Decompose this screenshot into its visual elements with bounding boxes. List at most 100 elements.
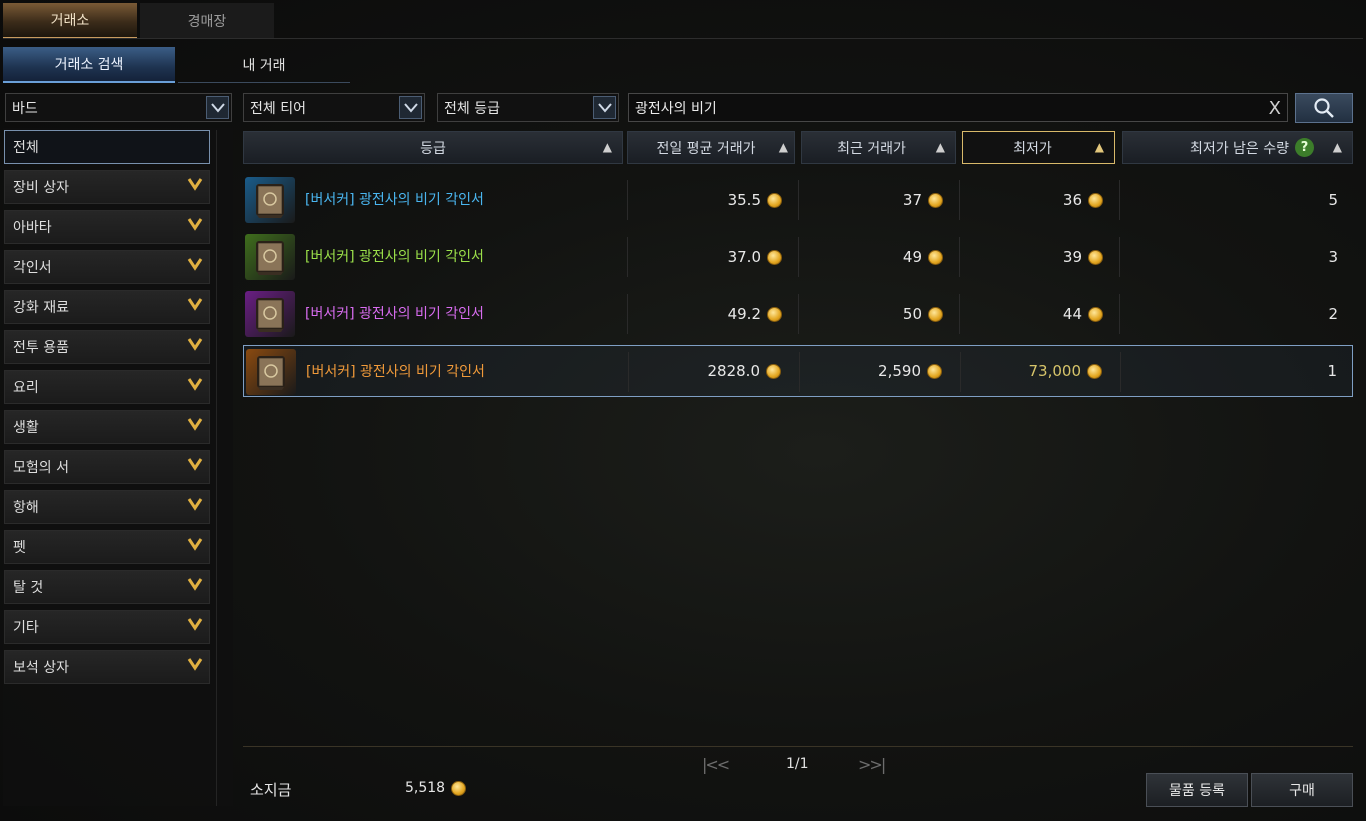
item-name: [버서커] 광전사의 비기 각인서: [305, 306, 484, 322]
table-row[interactable]: [버서커] 광전사의 비기 각인서 35.5 37 36 5: [243, 174, 1353, 226]
first-page-icon[interactable]: |<<: [702, 755, 730, 774]
category-label: 전투 용품: [13, 340, 69, 356]
category-label: 아바타: [13, 220, 52, 236]
gold-coin-icon: [1088, 192, 1103, 208]
clear-search-icon[interactable]: X: [1269, 98, 1281, 119]
category-item[interactable]: 항해: [4, 490, 210, 524]
chevron-down-icon: [187, 416, 203, 435]
gold-coin-icon: [1088, 249, 1103, 265]
column-divider: [627, 237, 628, 277]
category-item[interactable]: 장비 상자: [4, 170, 210, 204]
search-input-value: 광전사의 비기: [635, 100, 717, 117]
header-grade[interactable]: 등급 ▲: [243, 131, 623, 164]
avg-value: 49.2: [727, 305, 761, 323]
header-avg-price[interactable]: 전일 평균 거래가 ▲: [627, 131, 795, 164]
category-item[interactable]: 탈 것: [4, 570, 210, 604]
tab-exchange-search[interactable]: 거래소 검색: [3, 47, 175, 83]
category-label: 보석 상자: [13, 660, 69, 676]
tab-auction[interactable]: 경매장: [140, 3, 274, 39]
table-row[interactable]: [버서커] 광전사의 비기 각인서 49.2 50 44 2: [243, 288, 1353, 340]
page-indicator: 1/1: [786, 756, 809, 772]
chevron-down-icon: [187, 256, 203, 275]
tier-select[interactable]: 전체 티어: [243, 93, 425, 122]
column-divider: [959, 237, 960, 277]
lowest-cell: 39: [1063, 231, 1103, 283]
avg-cell: 35.5: [728, 174, 782, 226]
buy-button[interactable]: 구매: [1251, 773, 1353, 807]
gold-coin-icon: [928, 306, 943, 322]
tier-select-value: 전체 티어: [250, 100, 306, 117]
recent-value: 37: [902, 191, 922, 209]
category-item[interactable]: 전투 용품: [4, 330, 210, 364]
category-label: 전체: [13, 140, 39, 156]
lowest-cell: 44: [1063, 288, 1103, 340]
engraving-book-icon: [245, 291, 295, 337]
category-label: 생활: [13, 420, 39, 436]
category-item[interactable]: 아바타: [4, 210, 210, 244]
tab-exchange-label: 거래소: [50, 13, 90, 29]
qty-value: 3: [1328, 248, 1338, 266]
table-row[interactable]: [버서커] 광전사의 비기 각인서 2828.0 2,590 73,000 1: [243, 345, 1353, 397]
chevron-down-icon: [399, 96, 422, 119]
last-page-icon[interactable]: >>|: [858, 755, 886, 774]
search-button[interactable]: [1295, 93, 1353, 123]
header-avg-price-label: 전일 평균 거래가: [656, 140, 756, 157]
engraving-book-icon: [246, 349, 296, 395]
category-item[interactable]: 전체: [4, 130, 210, 164]
avg-value: 35.5: [727, 191, 761, 209]
category-item[interactable]: 각인서: [4, 250, 210, 284]
engraving-book-icon: [245, 234, 295, 280]
wallet-amount: 5,518: [405, 780, 467, 796]
category-item[interactable]: 강화 재료: [4, 290, 210, 324]
engraving-book-icon: [245, 177, 295, 223]
grade-select[interactable]: 전체 등급: [437, 93, 619, 122]
tab-exchange[interactable]: 거래소: [3, 3, 137, 39]
sort-up-icon: ▲: [602, 140, 612, 154]
gold-coin-icon: [451, 780, 467, 796]
tab-auction-label: 경매장: [187, 14, 227, 30]
recent-cell: 37: [903, 174, 943, 226]
item-name: [버서커] 광전사의 비기 각인서: [305, 192, 484, 208]
register-item-button[interactable]: 물품 등록: [1146, 773, 1248, 807]
header-recent-price[interactable]: 최근 거래가 ▲: [801, 131, 956, 164]
avg-cell: 49.2: [728, 288, 782, 340]
sort-up-icon: ▲: [778, 140, 788, 154]
table-row[interactable]: [버서커] 광전사의 비기 각인서 37.0 49 39 3: [243, 231, 1353, 283]
qty-value: 1: [1327, 362, 1337, 380]
wallet-label: 소지금: [250, 781, 292, 799]
chevron-down-icon: [187, 376, 203, 395]
qty-cell: 5: [1328, 174, 1338, 226]
search-input[interactable]: 광전사의 비기 X: [628, 93, 1288, 122]
header-grade-label: 등급: [420, 140, 446, 157]
tab-my-trades[interactable]: 내 거래: [178, 47, 350, 83]
wallet-amount-value: 5,518: [405, 780, 446, 796]
header-lowest-qty[interactable]: 최저가 남은 수량 ? ▲: [1122, 131, 1353, 164]
header-lowest-price[interactable]: 최저가 ▲: [962, 131, 1115, 164]
class-select-value: 바드: [12, 100, 38, 117]
category-item[interactable]: 펫: [4, 530, 210, 564]
gold-coin-icon: [927, 363, 942, 379]
gold-coin-icon: [1088, 306, 1103, 322]
chevron-down-icon: [187, 216, 203, 235]
category-item[interactable]: 모험의 서: [4, 450, 210, 484]
column-divider: [799, 352, 800, 392]
category-item[interactable]: 요리: [4, 370, 210, 404]
chevron-down-icon: [187, 496, 203, 515]
lowest-value: 44: [1062, 305, 1082, 323]
qty-cell: 2: [1328, 288, 1338, 340]
top-divider: [3, 38, 1363, 39]
category-item[interactable]: 기타: [4, 610, 210, 644]
category-label: 기타: [13, 620, 39, 636]
help-icon[interactable]: ?: [1295, 138, 1314, 157]
chevron-down-icon: [187, 336, 203, 355]
lowest-cell: 36: [1063, 174, 1103, 226]
column-divider: [627, 294, 628, 334]
column-divider: [798, 237, 799, 277]
chevron-down-icon: [187, 296, 203, 315]
class-select[interactable]: 바드: [5, 93, 232, 122]
category-item[interactable]: 생활: [4, 410, 210, 444]
sort-up-icon: ▲: [935, 140, 945, 154]
sidebar-scrollbar[interactable]: [216, 130, 232, 806]
category-item[interactable]: 보석 상자: [4, 650, 210, 684]
column-divider: [627, 180, 628, 220]
